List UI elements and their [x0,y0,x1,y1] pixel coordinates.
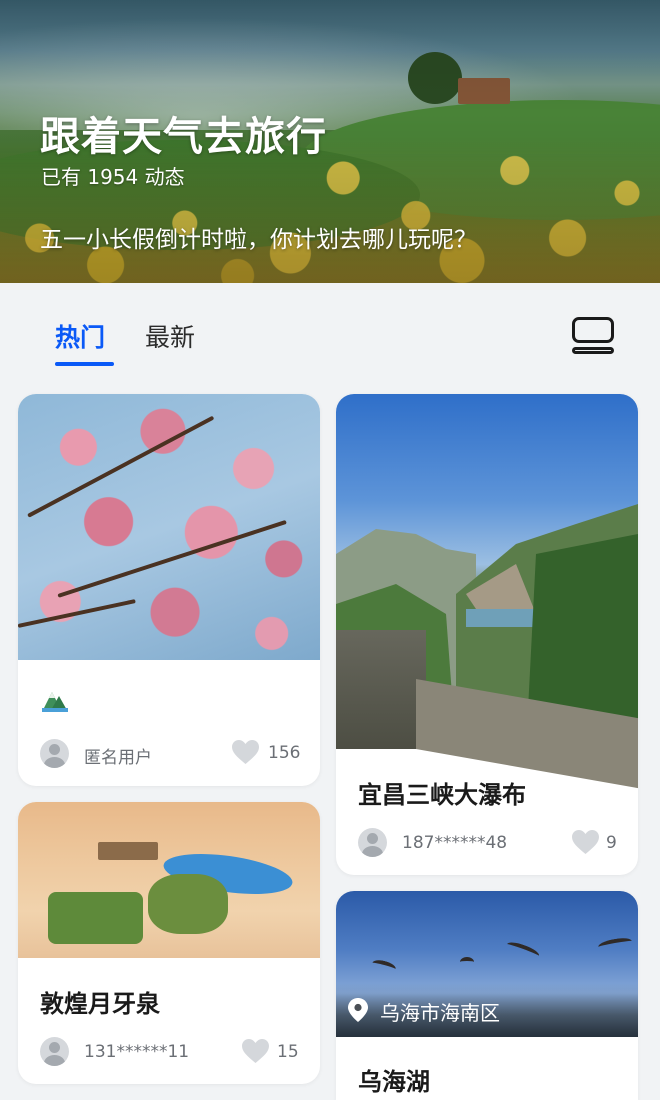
tab-latest[interactable]: 最新 [145,318,195,354]
like-count: 9 [606,833,617,853]
topic-prompt: 五一小长假倒计时啦，你计划去哪儿玩呢？ [40,227,477,253]
three-gorges-photo [336,394,638,789]
post-title: 敦煌月牙泉 [40,990,160,1018]
heart-icon[interactable] [242,1039,269,1064]
location-pin-icon [348,998,368,1022]
location-label: 乌海市海南区 [380,1001,500,1025]
post-title: 乌海湖 [358,1068,430,1096]
topic-title: 跟着天气去旅行 [40,114,327,160]
layout-toggle-icon [572,317,614,343]
like-count: 15 [277,1042,299,1062]
heart-icon[interactable] [232,740,259,765]
avatar [40,739,69,768]
tab-hot[interactable]: 热门 [55,318,105,354]
avatar [358,828,387,857]
active-tab-indicator [55,362,114,366]
avatar [40,1037,69,1066]
cherry-blossom-photo [18,394,320,660]
post-card[interactable]: 宜昌三峡大瀑布 187******48 9 [336,394,638,875]
post-card[interactable]: 敦煌月牙泉 131******11 15 [18,802,320,1084]
mountain-logo-icon [40,686,70,714]
layout-toggle-button[interactable] [570,315,616,355]
username: 匿名用户 [84,748,152,768]
tourist-crowd [336,630,426,749]
like-count: 156 [268,743,301,763]
heart-icon[interactable] [572,830,599,855]
post-count: 已有 1954 动态 [41,165,185,189]
dunhuang-crescent-lake-photo [18,802,320,958]
post-card[interactable]: 乌海市海南区 乌海湖 [336,891,638,1100]
username: 131******11 [84,1042,190,1062]
post-card[interactable]: 匿名用户 156 [18,394,320,786]
username: 187******48 [402,833,508,853]
post-title: 宜昌三峡大瀑布 [358,781,526,809]
